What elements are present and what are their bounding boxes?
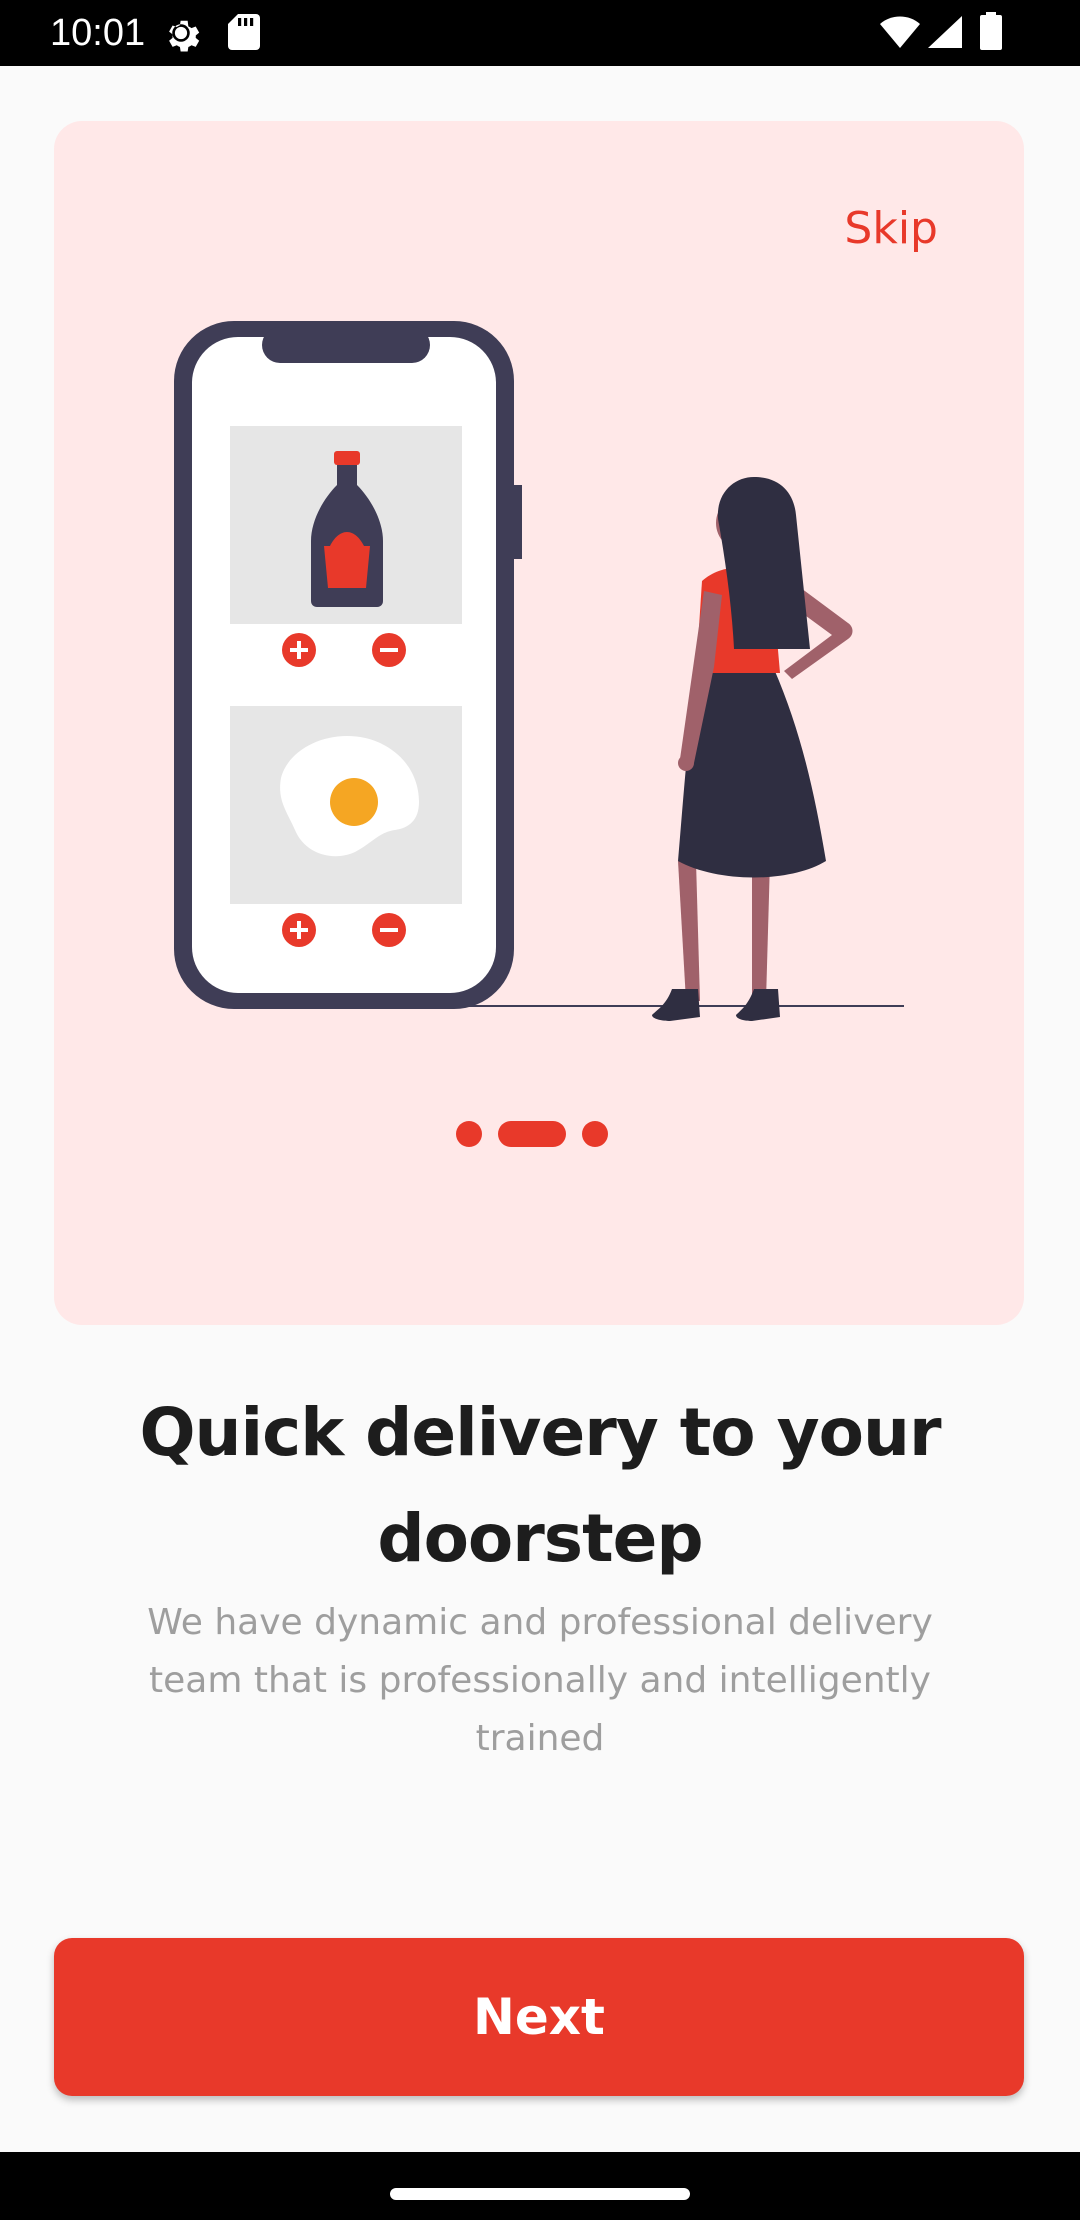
settings-gear-icon xyxy=(160,12,202,58)
battery-icon xyxy=(980,12,1002,54)
remove-egg-button xyxy=(372,913,406,947)
navigation-bar xyxy=(0,2152,1080,2220)
next-button[interactable]: Next xyxy=(54,1938,1024,2096)
home-indicator[interactable] xyxy=(390,2188,690,2200)
status-bar: 10:01 xyxy=(0,0,1080,66)
ketchup-bottle-icon xyxy=(230,426,462,624)
cellular-signal-icon xyxy=(928,16,962,52)
onboarding-hero-card: Skip xyxy=(54,121,1024,1325)
remove-ketchup-button xyxy=(372,633,406,667)
phone-icon xyxy=(174,321,522,1009)
page-dot-2-active xyxy=(498,1121,566,1147)
fried-egg-icon xyxy=(230,706,462,904)
sd-card-icon xyxy=(228,14,260,54)
next-button-label: Next xyxy=(473,1988,605,2046)
add-ketchup-button xyxy=(282,633,316,667)
delivery-illustration xyxy=(174,321,904,1021)
wifi-icon xyxy=(880,16,920,52)
onboarding-title: Quick delivery to your doorstep xyxy=(139,1394,941,1577)
page-dot-3 xyxy=(582,1121,608,1147)
status-time: 10:01 xyxy=(50,12,146,54)
add-egg-button xyxy=(282,913,316,947)
woman-figure xyxy=(652,477,853,1021)
page-dot-1 xyxy=(456,1121,482,1147)
onboarding-subtitle: We have dynamic and professional deliver… xyxy=(147,1602,933,1759)
